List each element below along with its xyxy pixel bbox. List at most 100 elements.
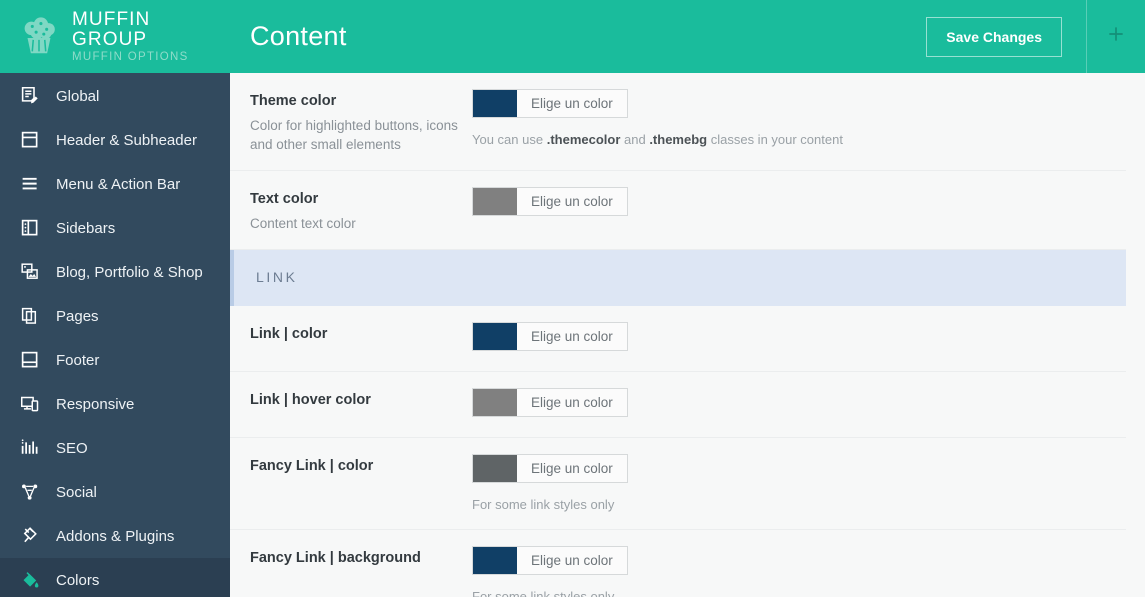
sidebar-item-label: Colors	[56, 571, 100, 589]
sidebar-item-blog-portfolio-shop[interactable]: Blog, Portfolio & Shop	[0, 250, 230, 294]
color-picker-field[interactable]: Elige un color	[472, 187, 628, 216]
color-picker-field[interactable]: Elige un color	[472, 454, 628, 483]
sidebar-item-sidebars[interactable]: Sidebars	[0, 206, 230, 250]
sidebar-item-addons-plugins[interactable]: Addons & Plugins	[0, 514, 230, 558]
top-bar: Content Save Changes	[230, 0, 1145, 73]
color-swatch[interactable]	[473, 90, 517, 117]
setting-control-group: Elige un color	[472, 187, 1126, 233]
setting-hint: For some link styles only	[472, 589, 615, 597]
color-picker-label: Elige un color	[531, 461, 613, 476]
settings-content: Theme color Color for highlighted buttons…	[230, 73, 1145, 597]
setting-hint: You can use .themecolor and .themebg cla…	[472, 132, 843, 147]
setting-control-group: Elige un color For some link styles only	[472, 454, 1126, 513]
setting-title: Link | color	[250, 326, 328, 342]
sidebar-item-pages[interactable]: Pages	[0, 294, 230, 338]
color-picker-label: Elige un color	[531, 194, 613, 209]
setting-label-group: Text color Content text color	[250, 187, 472, 233]
color-swatch[interactable]	[473, 323, 517, 350]
brand-title: MUFFIN GROUP	[72, 8, 151, 50]
main-area: Content Save Changes Theme color Color fo…	[230, 0, 1145, 597]
setting-label-group: Fancy Link | color	[250, 454, 472, 513]
sidebar-item-label: Global	[56, 87, 100, 105]
footer-layout-icon	[18, 348, 42, 372]
section-header-link: LINK	[230, 250, 1126, 306]
copy-pages-icon	[18, 304, 42, 328]
sidebar-item-responsive[interactable]: Responsive	[0, 382, 230, 426]
sidebar-item-footer[interactable]: Footer	[0, 338, 230, 382]
setting-title: Link | hover color	[250, 392, 371, 408]
color-swatch[interactable]	[473, 389, 517, 416]
setting-label-group: Fancy Link | background	[250, 546, 472, 597]
sidebar-item-label: Menu & Action Bar	[56, 175, 181, 193]
setting-control-group: Elige un color	[472, 322, 1126, 355]
color-picker-label: Elige un color	[531, 395, 613, 410]
setting-title: Fancy Link | color	[250, 458, 374, 474]
setting-row: Text color Content text color Elige un col…	[230, 171, 1126, 250]
sidebar-item-social[interactable]: Social	[0, 470, 230, 514]
sidebar: MUFFIN GROUP MUFFIN OPTIONS Global Header…	[0, 0, 230, 597]
setting-row: Fancy Link | background Elige un color For…	[230, 530, 1126, 597]
setting-hint: For some link styles only	[472, 497, 615, 512]
color-swatch[interactable]	[473, 188, 517, 215]
bar-chart-icon	[18, 436, 42, 460]
hamburger-menu-icon	[18, 172, 42, 196]
sidebar-item-header-subheader[interactable]: Header & Subheader	[0, 118, 230, 162]
setting-row: Link | hover color Elige un color	[230, 372, 1126, 438]
sidebar-item-label: Responsive	[56, 395, 135, 413]
header-layout-icon	[18, 128, 42, 152]
brand-subtitle: MUFFIN OPTIONS	[72, 50, 189, 63]
color-swatch[interactable]	[473, 455, 517, 482]
setting-title: Theme color	[250, 93, 337, 109]
setting-control-group: Elige un color	[472, 388, 1126, 421]
document-edit-icon	[18, 84, 42, 108]
sidebar-nav: Global Header & Subheader Menu & Action Ba…	[0, 73, 230, 597]
setting-label-group: Link | color	[250, 322, 472, 355]
color-picker-label: Elige un color	[531, 96, 613, 111]
setting-label-group: Theme color Color for highlighted buttons…	[250, 89, 472, 154]
muffin-icon	[16, 14, 62, 60]
setting-control-group: Elige un color For some link styles only	[472, 546, 1126, 597]
sidebar-item-label: Social	[56, 483, 97, 501]
plus-icon	[1106, 24, 1126, 49]
add-panel-button[interactable]	[1086, 0, 1145, 73]
sidebar-item-label: Sidebars	[56, 219, 116, 237]
setting-row: Link | color Elige un color	[230, 306, 1126, 372]
sidebar-item-global[interactable]: Global	[0, 74, 230, 118]
setting-description: Color for highlighted buttons, icons and…	[250, 118, 458, 152]
sidebar-item-seo[interactable]: SEO	[0, 426, 230, 470]
setting-title: Fancy Link | background	[250, 550, 421, 566]
top-bar-actions: Save Changes	[926, 0, 1145, 73]
sidebar-item-menu-action-bar[interactable]: Menu & Action Bar	[0, 162, 230, 206]
admin-panel: MUFFIN GROUP MUFFIN OPTIONS Global Header…	[0, 0, 1145, 597]
section-title: LINK	[256, 269, 298, 285]
sidebar-item-label: Addons & Plugins	[56, 527, 175, 545]
setting-row: Fancy Link | color Elige un color For some…	[230, 438, 1126, 530]
sidebar-item-label: SEO	[56, 439, 88, 457]
setting-row: Theme color Color for highlighted buttons…	[230, 73, 1126, 171]
setting-control-group: Elige un color You can use .themecolor an…	[472, 89, 1126, 154]
color-picker-label: Elige un color	[531, 553, 613, 568]
brand-logo-area[interactable]: MUFFIN GROUP MUFFIN OPTIONS	[0, 0, 230, 73]
color-picker-field[interactable]: Elige un color	[472, 322, 628, 351]
sidebar-item-label: Footer	[56, 351, 100, 369]
setting-label-group: Link | hover color	[250, 388, 472, 421]
devices-icon	[18, 392, 42, 416]
stacked-images-icon	[18, 260, 42, 284]
color-picker-field[interactable]: Elige un color	[472, 388, 628, 417]
page-title: Content	[250, 21, 347, 51]
save-changes-button[interactable]: Save Changes	[926, 16, 1062, 57]
paint-bucket-icon	[18, 568, 42, 592]
color-picker-field[interactable]: Elige un color	[472, 89, 628, 118]
color-swatch[interactable]	[473, 547, 517, 574]
sidebar-item-colors[interactable]: Colors	[0, 558, 230, 597]
sidebar-layout-icon	[18, 216, 42, 240]
color-picker-label: Elige un color	[531, 329, 613, 344]
color-picker-field[interactable]: Elige un color	[472, 546, 628, 575]
share-network-icon	[18, 480, 42, 504]
sidebar-item-label: Pages	[56, 307, 99, 325]
setting-description: Content text color	[250, 216, 356, 231]
sidebar-item-label: Blog, Portfolio & Shop	[56, 263, 203, 281]
plug-icon	[18, 524, 42, 548]
sidebar-item-label: Header & Subheader	[56, 131, 197, 149]
setting-title: Text color	[250, 191, 319, 207]
